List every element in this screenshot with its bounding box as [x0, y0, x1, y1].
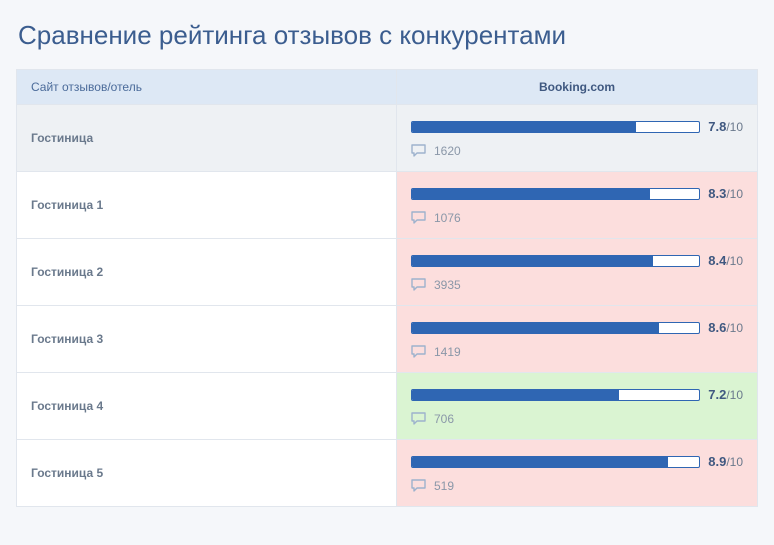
- hotel-name: Гостиница 1: [17, 172, 397, 238]
- rating-score: 7.2/10: [708, 387, 743, 402]
- hotel-name: Гостиница 4: [17, 373, 397, 439]
- table-row: Гостиница 5 8.9/10 519: [17, 439, 757, 506]
- hotel-name: Гостиница: [17, 105, 397, 171]
- rating-cell: 8.3/10 1076: [397, 172, 757, 238]
- rating-score: 8.4/10: [708, 253, 743, 268]
- rating-bar: [411, 121, 700, 133]
- rating-cell: 8.9/10 519: [397, 440, 757, 506]
- header-provider: Booking.com: [397, 70, 757, 104]
- hotel-name: Гостиница 2: [17, 239, 397, 305]
- comment-icon: [411, 144, 426, 158]
- rating-cell: 7.2/10 706: [397, 373, 757, 439]
- comment-icon: [411, 412, 426, 426]
- table-row: Гостиница 3 8.6/10 1419: [17, 305, 757, 372]
- comment-icon: [411, 278, 426, 292]
- table-row: Гостиница 4 7.2/10 706: [17, 372, 757, 439]
- review-count: 1076: [411, 211, 743, 225]
- review-count: 1419: [411, 345, 743, 359]
- review-count-value: 1620: [434, 144, 461, 158]
- rating-bar: [411, 456, 700, 468]
- hotel-name: Гостиница 3: [17, 306, 397, 372]
- comment-icon: [411, 479, 426, 493]
- rating-bar: [411, 322, 700, 334]
- rating-cell: 7.8/10 1620: [397, 105, 757, 171]
- table-header: Сайт отзывов/отель Booking.com: [17, 70, 757, 104]
- rating-score: 8.3/10: [708, 186, 743, 201]
- ratings-table: Сайт отзывов/отель Booking.com Гостиница…: [16, 69, 758, 507]
- hotel-name: Гостиница 5: [17, 440, 397, 506]
- table-row: Гостиница 1 8.3/10 1076: [17, 171, 757, 238]
- rating-cell: 8.4/10 3935: [397, 239, 757, 305]
- rating-score: 8.9/10: [708, 454, 743, 469]
- review-count-value: 1076: [434, 211, 461, 225]
- review-count-value: 519: [434, 479, 454, 493]
- comment-icon: [411, 345, 426, 359]
- review-count: 706: [411, 412, 743, 426]
- page-title: Сравнение рейтинга отзывов с конкурентам…: [18, 20, 758, 51]
- rating-bar: [411, 188, 700, 200]
- table-row: Гостиница 7.8/10 1620: [17, 104, 757, 171]
- table-row: Гостиница 2 8.4/10 3935: [17, 238, 757, 305]
- review-count: 1620: [411, 144, 743, 158]
- rating-score: 7.8/10: [708, 119, 743, 134]
- review-count: 519: [411, 479, 743, 493]
- header-site-hotel: Сайт отзывов/отель: [17, 70, 397, 104]
- rating-bar: [411, 389, 700, 401]
- rating-bar: [411, 255, 700, 267]
- rating-score: 8.6/10: [708, 320, 743, 335]
- comment-icon: [411, 211, 426, 225]
- review-count-value: 1419: [434, 345, 461, 359]
- review-count: 3935: [411, 278, 743, 292]
- review-count-value: 706: [434, 412, 454, 426]
- rating-cell: 8.6/10 1419: [397, 306, 757, 372]
- review-count-value: 3935: [434, 278, 461, 292]
